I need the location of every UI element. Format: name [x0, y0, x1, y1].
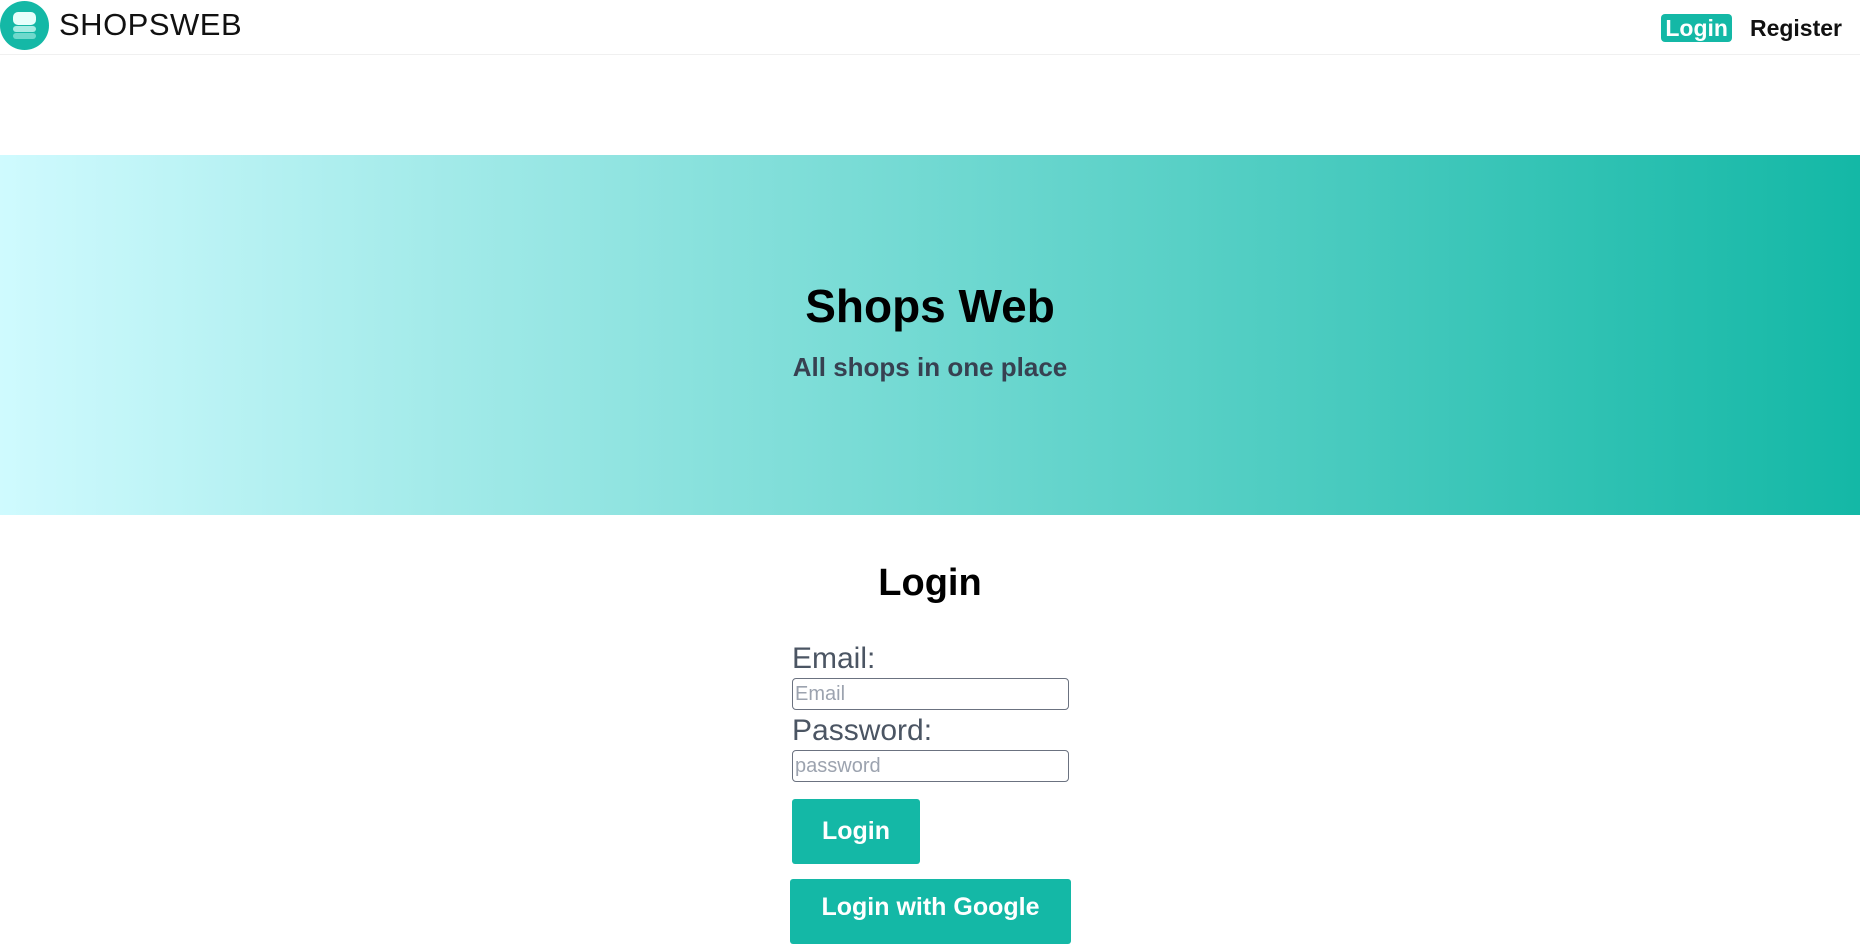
nav-register-link[interactable]: Register: [1746, 14, 1846, 42]
stacked-layers-logo-icon: [0, 0, 49, 50]
hero-banner: Shops Web All shops in one place: [0, 155, 1860, 515]
password-field[interactable]: [792, 750, 1069, 782]
login-with-google-button[interactable]: Login with Google: [790, 879, 1071, 944]
brand-name: SHOPSWEB: [59, 7, 243, 42]
login-button[interactable]: Login: [792, 799, 920, 864]
hero-title: Shops Web: [805, 280, 1055, 332]
password-label: Password:: [792, 714, 933, 747]
nav-login-link[interactable]: Login: [1661, 14, 1732, 42]
brand-home-link[interactable]: SHOPSWEB: [0, 0, 242, 50]
nav-links: Login Register: [1661, 14, 1846, 42]
email-field[interactable]: [792, 678, 1069, 710]
login-form: Email: Password:: [792, 640, 1072, 782]
hero-subtitle: All shops in one place: [792, 352, 1068, 382]
top-navbar: SHOPSWEB Login Register: [0, 0, 1860, 55]
login-heading: Login: [878, 562, 982, 604]
email-label: Email:: [792, 642, 876, 675]
